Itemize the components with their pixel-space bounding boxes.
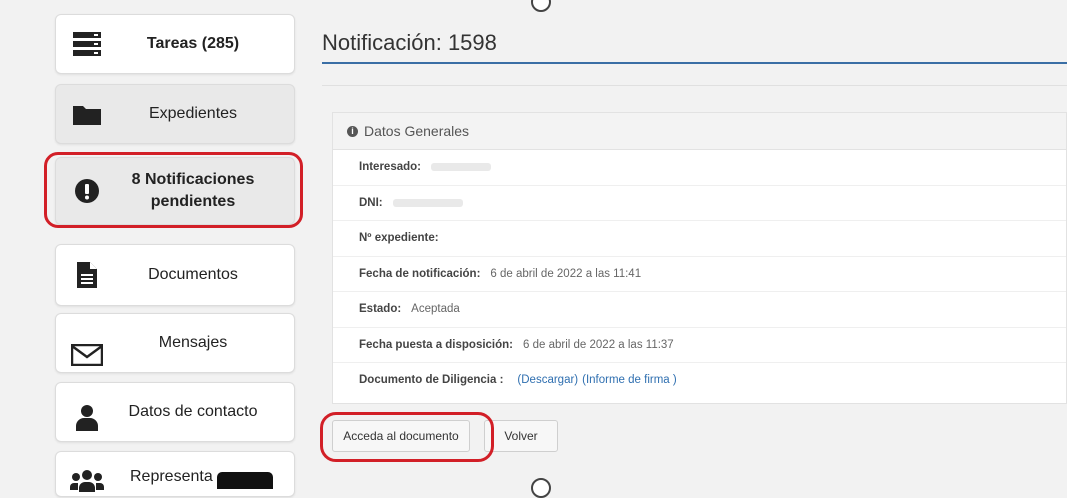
field-label: Interesado: [359, 161, 421, 174]
field-label: Fecha de notificación: [359, 267, 481, 280]
acceda-highlight [320, 412, 494, 462]
field-label: Nº expediente: [359, 232, 439, 245]
server-icon [70, 29, 104, 59]
panel-title: Datos Generales [364, 123, 470, 139]
main-content: Notificación: 1598 i Datos Generales Int… [310, 0, 1067, 489]
sidebar-item-documentos[interactable]: Documentos [55, 244, 295, 306]
envelope-icon [70, 340, 104, 370]
field-fecha-notificacion: Fecha de notificación: 6 de abril de 202… [333, 257, 1066, 292]
informe-firma-link[interactable]: (Informe de firma ) [582, 374, 677, 386]
datos-generales-panel: i Datos Generales Interesado: DNI: Nº ex… [332, 112, 1067, 404]
divider [322, 85, 1067, 96]
document-icon [70, 260, 104, 290]
user-icon [70, 403, 104, 433]
field-value: 6 de abril de 2022 a las 11:41 [490, 267, 642, 280]
folder-icon [70, 99, 104, 129]
field-fecha-puesta: Fecha puesta a disposición: 6 de abril d… [333, 328, 1066, 363]
sidebar-item-datos-contacto[interactable]: Datos de contacto [55, 382, 295, 442]
panel-header: i Datos Generales [333, 113, 1066, 150]
descargar-link[interactable]: (Descargar) [517, 374, 578, 386]
field-label: Fecha puesta a disposición: [359, 338, 514, 351]
field-value: 6 de abril de 2022 a las 11:37 [523, 338, 674, 351]
field-dni: DNI: [333, 186, 1066, 221]
volver-button[interactable]: Volver [484, 420, 558, 452]
field-expediente: Nº expediente: [333, 221, 1066, 257]
users-icon [70, 466, 104, 496]
title-underline [322, 62, 1067, 64]
sidebar-item-mensajes[interactable]: Mensajes [55, 313, 295, 373]
field-label: Estado: [359, 303, 402, 316]
notificaciones-highlight [44, 152, 303, 228]
field-label: Documento de Diligencia : [359, 374, 504, 387]
sidebar: Tareas (285) Expedientes 8 Notificacione… [0, 0, 310, 497]
sidebar-item-expedientes[interactable]: Expedientes [55, 84, 295, 144]
sidebar-item-tareas[interactable]: Tareas (285) [55, 14, 295, 74]
field-interesado: Interesado: [333, 150, 1066, 186]
info-icon: i [347, 125, 358, 137]
resize-handle-bottom[interactable] [531, 478, 551, 498]
redacted-value [392, 198, 463, 207]
field-value: Aceptada [411, 303, 460, 316]
field-label: DNI: [359, 196, 383, 209]
redacted-value [431, 163, 491, 172]
video-timestamp-overlay [217, 472, 273, 489]
page-title: Notificación: 1598 [322, 30, 497, 55]
field-estado: Estado: Aceptada [333, 292, 1066, 328]
field-documento-diligencia: Documento de Diligencia : (Descargar) (I… [333, 363, 1066, 398]
